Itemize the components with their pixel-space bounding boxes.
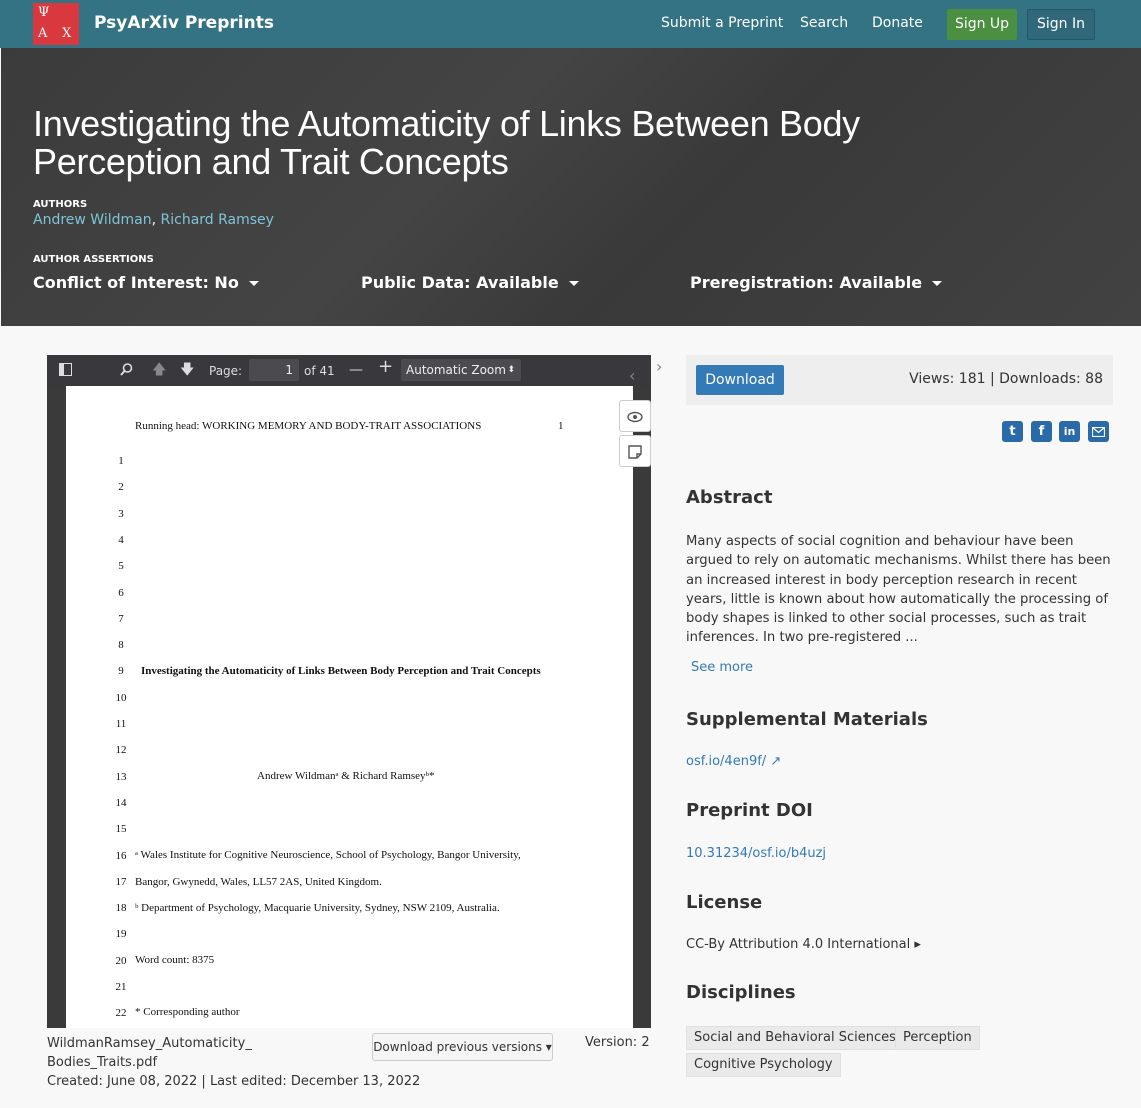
search-icon[interactable]	[120, 363, 133, 379]
license-toggle[interactable]: CC-By Attribution 4.0 International ▸	[686, 937, 921, 952]
preprint-header: Investigating the Automaticity of Links …	[1, 48, 1141, 326]
line-number: 15	[115, 823, 127, 836]
donate-link[interactable]: Donate	[872, 15, 923, 31]
line-number: 3	[118, 507, 124, 520]
line-number: 16	[115, 849, 127, 862]
version-label: Version: 2	[585, 1035, 650, 1050]
running-head: Running head: WORKING MEMORY AND BODY-TR…	[135, 420, 482, 432]
chevron-right-icon[interactable]: ›	[656, 357, 662, 376]
psyarxiv-logo[interactable]: Ψ Α Χ	[33, 3, 79, 45]
page-total: of 41	[304, 364, 335, 378]
conflict-of-interest-dropdown[interactable]: Conflict of Interest: No	[33, 273, 259, 292]
linkedin-icon[interactable]: in	[1059, 421, 1080, 442]
previous-page-icon[interactable]: 🡅	[152, 363, 166, 377]
line-number: 19	[115, 928, 127, 941]
brand-link[interactable]: PsyArXiv Preprints	[94, 13, 274, 33]
page-label: Page:	[209, 364, 243, 378]
download-previous-versions-button[interactable]: Download previous versions ▾	[372, 1033, 553, 1061]
file-dates: Created: June 08, 2022 | Last edited: De…	[47, 1074, 421, 1089]
line-number: 2	[118, 481, 124, 494]
sign-in-button[interactable]: Sign In	[1027, 9, 1095, 40]
affiliation-a-line2: Bangor, Gwynedd, Wales, LL57 2AS, United…	[135, 876, 382, 888]
caret-down-icon	[932, 281, 943, 286]
download-button[interactable]: Download	[696, 365, 784, 395]
pdf-title: Investigating the Automaticity of Links …	[141, 665, 541, 677]
word-count: Word count: 8375	[135, 954, 215, 966]
authors-list: Andrew Wildman, Richard Ramsey	[33, 212, 274, 228]
line-number: 8	[118, 639, 124, 652]
line-number: 22	[115, 1007, 127, 1020]
zoom-select[interactable]: Automatic Zoom ⬍	[401, 359, 521, 381]
top-navbar: Ψ Α Χ PsyArXiv Preprints Submit a Prepri…	[0, 0, 1141, 48]
line-number: 11	[115, 718, 127, 730]
line-number: 14	[115, 796, 127, 809]
external-link-icon: ↗	[770, 754, 782, 769]
supplemental-link[interactable]: osf.io/4en9f/ ↗	[686, 754, 781, 769]
corresponding-author: * Corresponding author	[135, 1006, 240, 1018]
select-arrows-icon: ⬍	[507, 365, 515, 375]
line-number: 21	[115, 981, 127, 993]
view-download-stats: Views: 181 | Downloads: 88	[909, 371, 1103, 387]
abstract-text: Many aspects of social cognition and beh…	[686, 534, 1111, 646]
see-more-link[interactable]: See more	[691, 660, 753, 675]
page-title: Investigating the Automaticity of Links …	[33, 103, 860, 182]
author-separator: ,	[151, 212, 161, 228]
disciplines-heading: Disciplines	[686, 982, 796, 1003]
preregistration-dropdown[interactable]: Preregistration: Available	[690, 273, 943, 292]
pdf-authors: Andrew Wildmanᵃ & Richard Ramseyᵇ*	[257, 770, 435, 782]
submit-preprint-link[interactable]: Submit a Preprint	[661, 15, 783, 31]
affiliation-b: ᵇ Department of Psychology, Macquarie Un…	[135, 902, 500, 914]
chevron-left-icon[interactable]: ‹	[629, 366, 635, 385]
note-icon[interactable]	[619, 435, 651, 467]
discipline-tag[interactable]: Cognitive Psychology	[686, 1053, 841, 1077]
caret-down-icon	[248, 281, 259, 286]
line-number: 7	[118, 612, 124, 625]
next-page-icon[interactable]: 🡇	[180, 363, 194, 377]
doi-link[interactable]: 10.31234/osf.io/b4uzj	[686, 846, 826, 861]
line-number: 6	[118, 586, 124, 599]
search-link[interactable]: Search	[800, 15, 848, 31]
line-number: 10	[115, 691, 127, 704]
eye-icon[interactable]	[619, 400, 651, 432]
license-heading: License	[686, 892, 763, 913]
author-link[interactable]: Andrew Wildman	[33, 212, 152, 228]
line-number: 13	[115, 770, 127, 783]
zoom-in-button[interactable]: +	[378, 358, 393, 376]
line-number: 1	[118, 455, 124, 467]
author-link[interactable]: Richard Ramsey	[161, 212, 274, 228]
affiliation-a-line1: ᵃ Wales Institute for Cognitive Neurosci…	[135, 849, 521, 861]
sidebar-toggle-icon[interactable]	[59, 363, 72, 379]
authors-label: AUTHORS	[33, 199, 88, 210]
line-number: 17	[115, 875, 127, 888]
page-number: 1	[558, 420, 564, 432]
public-data-dropdown[interactable]: Public Data: Available	[361, 273, 579, 292]
caret-down-icon	[568, 281, 579, 286]
zoom-out-button[interactable]: —	[349, 363, 363, 377]
sign-up-button[interactable]: Sign Up	[947, 9, 1017, 40]
line-number: 4	[118, 533, 124, 546]
doi-heading: Preprint DOI	[686, 800, 813, 821]
email-icon[interactable]	[1088, 421, 1109, 442]
pdf-viewer: 🡅 🡇 Page: 1 of 41 — + Automatic Zoom ⬍ Ru…	[47, 355, 651, 1028]
line-number: 18	[115, 902, 127, 915]
abstract-heading: Abstract	[686, 487, 773, 508]
discipline-tag[interactable]: Social and Behavioral Sciences	[686, 1026, 904, 1050]
page-number-input[interactable]: 1	[249, 359, 299, 381]
supplemental-heading: Supplemental Materials	[686, 709, 928, 730]
facebook-icon[interactable]: f	[1031, 421, 1052, 442]
download-panel: Download Views: 181 | Downloads: 88	[686, 355, 1113, 405]
twitter-icon[interactable]: t	[1002, 421, 1023, 442]
line-number: 9	[118, 665, 124, 678]
line-number: 20	[115, 954, 127, 967]
file-name: WildmanRamsey_Automaticity_ Bodies_Trait…	[47, 1036, 421, 1089]
line-number: 5	[118, 560, 124, 573]
pdf-toolbar: 🡅 🡇 Page: 1 of 41 — + Automatic Zoom ⬍	[47, 355, 651, 386]
line-number: 12	[115, 744, 127, 757]
pdf-page: Running head: WORKING MEMORY AND BODY-TR…	[66, 386, 633, 1028]
discipline-tag[interactable]: Perception	[895, 1026, 980, 1050]
assertions-label: AUTHOR ASSERTIONS	[33, 254, 154, 265]
